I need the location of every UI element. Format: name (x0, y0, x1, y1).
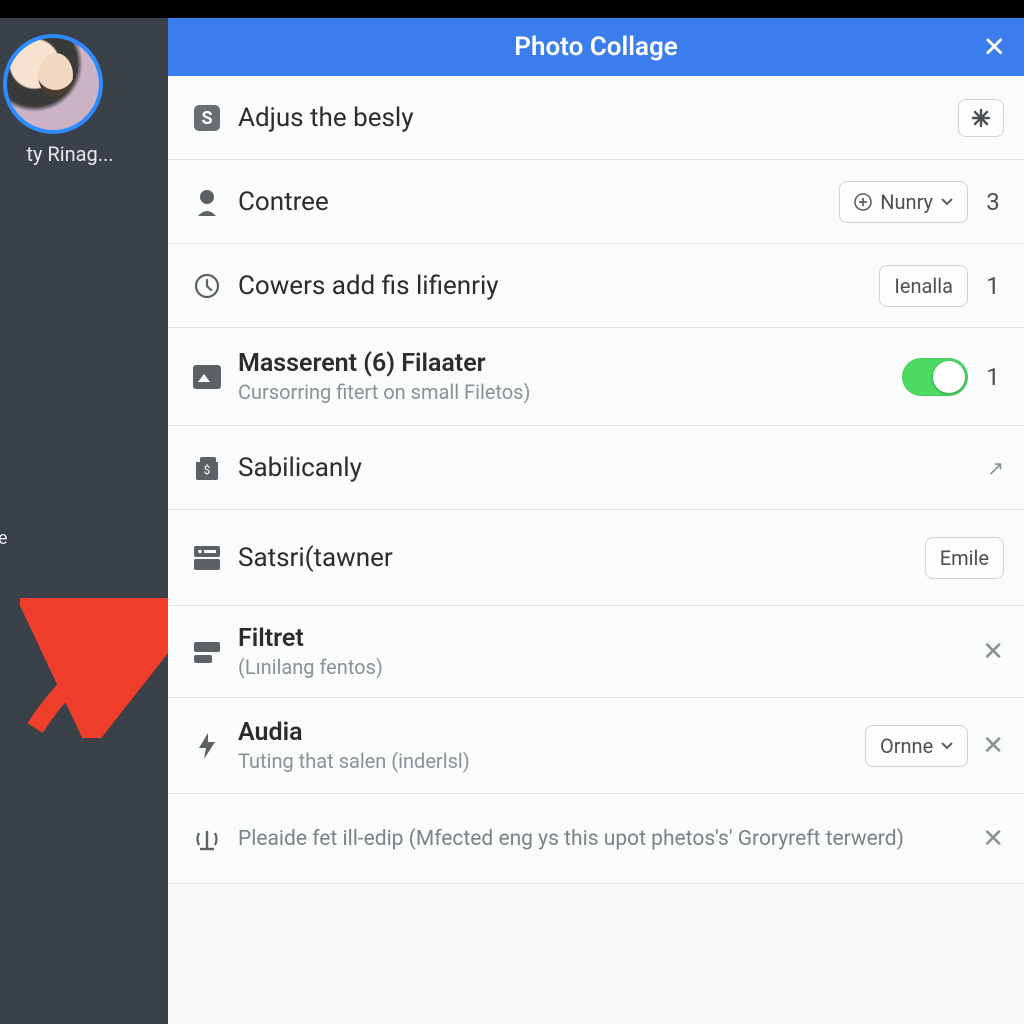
row-subtitle: (Lınilang fentos) (238, 655, 982, 679)
dropdown-ornne[interactable]: Ornne (865, 725, 968, 767)
count-value: 1 (982, 272, 1004, 300)
row-label: Cowers add fis lifienriy (238, 271, 879, 301)
row-label: Audia (238, 718, 865, 747)
row-adjust[interactable]: S Adjus the besly (168, 76, 1024, 160)
row-subtitle: Tuting that salen (inderlsl) (238, 749, 865, 773)
lightning-icon (186, 731, 228, 761)
avatar-wrap: ty Rinag... (0, 26, 168, 166)
label-icon (186, 639, 228, 665)
row-satsri[interactable]: Satsri(tawner Emile (168, 510, 1024, 606)
settings-list: S Adjus the besly Contree (168, 76, 1024, 1024)
app-root: ty Rinag... e Photo Collage ✕ S Adjus th… (0, 0, 1024, 1024)
row-audia[interactable]: Audia Tuting that salen (inderlsl) Ornne… (168, 698, 1024, 794)
row-label: Satsri(tawner (238, 543, 925, 573)
close-icon[interactable]: ✕ (983, 31, 1006, 64)
avatar[interactable] (3, 34, 103, 134)
asterisk-icon (971, 108, 991, 128)
settings-button[interactable] (958, 99, 1004, 137)
sidebar: ty Rinag... e (0, 18, 168, 1024)
row-masserent[interactable]: Masserent (6) Filaater Cursorring fitert… (168, 328, 1024, 426)
dropdown-nunry[interactable]: Nunry (839, 181, 968, 223)
plus-circle-icon (854, 193, 872, 211)
row-label: Sabilicanly (238, 453, 987, 483)
count-value: 1 (982, 363, 1004, 391)
close-icon[interactable]: ✕ (982, 824, 1004, 854)
server-icon (186, 544, 228, 572)
clock-icon (186, 272, 228, 300)
close-icon[interactable]: ✕ (982, 637, 1004, 667)
row-contree[interactable]: Contree Nunry 3 (168, 160, 1024, 244)
chevron-down-icon (941, 198, 953, 206)
row-pleaide[interactable]: Pleaide fet ill-edip (Mfected eng ys thi… (168, 794, 1024, 884)
row-filtret[interactable]: Filtret (Lınilang fentos) ✕ (168, 606, 1024, 698)
wallet-icon: $ (186, 454, 228, 482)
avatar-name: ty Rinag... (26, 142, 113, 166)
person-icon (186, 188, 228, 216)
link-icon[interactable]: ↗ (987, 456, 1004, 480)
row-sabilicanly[interactable]: $ Sabilicanly ↗ (168, 426, 1024, 510)
chevron-down-icon (941, 742, 953, 750)
panel-title: Photo Collage (514, 32, 677, 62)
toggle-switch[interactable] (902, 358, 968, 396)
row-subtitle: Cursorring fitert on small Filetos) (238, 380, 902, 404)
square-s-icon: S (186, 103, 228, 133)
button-ienalla[interactable]: Ienalla (879, 265, 968, 307)
row-label: Adjus the besly (238, 103, 958, 133)
svg-text:S: S (201, 108, 212, 129)
row-label: Pleaide fet ill-edip (Mfected eng ys thi… (238, 826, 982, 852)
row-cowers[interactable]: Cowers add fis lifienriy Ienalla 1 (168, 244, 1024, 328)
sidebar-letter: e (0, 528, 8, 549)
antenna-icon (186, 825, 228, 853)
dropdown-label: Nunry (880, 190, 933, 214)
row-label: Contree (238, 187, 839, 217)
row-label: Filtret (238, 624, 982, 653)
count-value: 3 (982, 188, 1004, 216)
close-icon[interactable]: ✕ (982, 731, 1004, 761)
svg-text:$: $ (204, 463, 211, 477)
row-label: Masserent (6) Filaater (238, 349, 902, 378)
panel-header: Photo Collage ✕ (168, 18, 1024, 76)
image-icon (186, 364, 228, 390)
main-panel: Photo Collage ✕ S Adjus the besly (168, 18, 1024, 1024)
button-emile[interactable]: Emile (925, 537, 1004, 579)
annotation-arrow-left (20, 598, 180, 738)
